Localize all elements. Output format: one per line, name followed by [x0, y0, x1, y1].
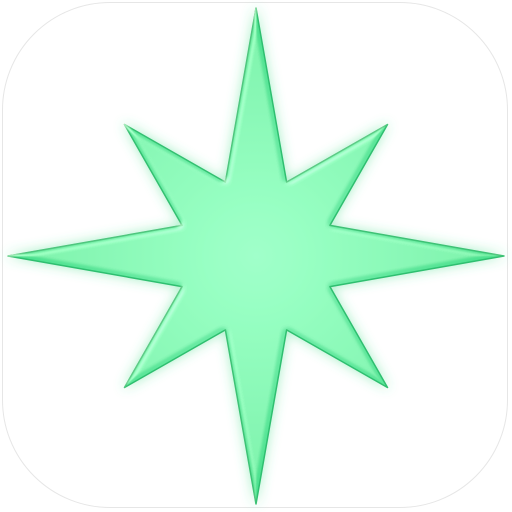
icon-canvas: [0, 0, 512, 512]
eight-point-star-icon: [7, 7, 505, 505]
star-shape: [7, 7, 505, 505]
